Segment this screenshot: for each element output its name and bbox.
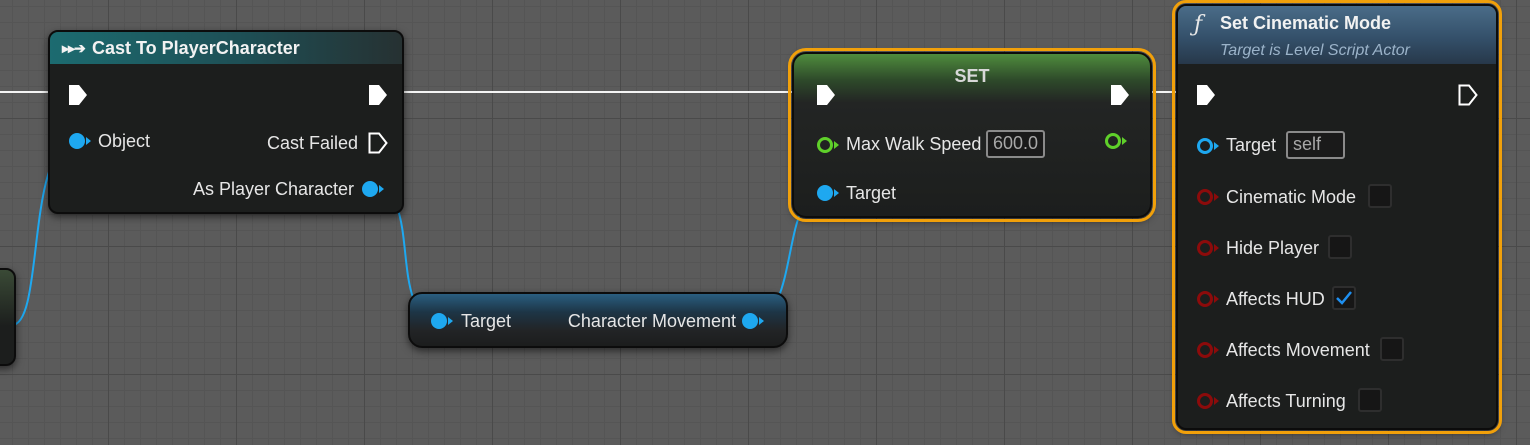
cinematic-node-header[interactable]: ƒ Set Cinematic Mode Target is Level Scr… [1178,6,1496,64]
affects-hud-pin[interactable] [1196,290,1220,308]
set-cinematic-mode-node[interactable]: ƒ Set Cinematic Mode Target is Level Scr… [1172,0,1502,434]
cast-exec-out-pin[interactable] [368,84,388,106]
cast-node-header[interactable]: ▸▸➔ Cast To PlayerCharacter [50,32,402,64]
affects-hud-label: Affects HUD [1226,289,1325,309]
max-walk-speed-in-pin[interactable] [816,136,840,154]
cast-failed-label: Cast Failed [266,133,358,153]
cast-node-title: Cast To PlayerCharacter [92,38,300,58]
set-exec-in-pin[interactable] [816,84,836,106]
max-walk-speed-out-pin[interactable] [1104,132,1128,150]
set-max-walk-speed-node[interactable]: SET Max Walk Speed 600.0 Target [788,48,1156,222]
affects-turning-label: Affects Turning [1226,391,1346,411]
checkmark-icon [1336,291,1352,305]
cinematic-target-label: Target [1226,135,1277,155]
get-character-movement-node[interactable]: Target Character Movement [408,292,788,348]
character-movement-pin[interactable] [741,312,765,330]
cinematic-exec-out-pin[interactable] [1458,84,1478,106]
set-exec-out-pin[interactable] [1110,84,1130,106]
set-node-title: SET [954,66,990,86]
cast-to-playercharacter-node[interactable]: ▸▸➔ Cast To PlayerCharacter Object Cast … [48,30,404,214]
max-walk-speed-label: Max Walk Speed [846,134,982,154]
affects-hud-checkbox[interactable] [1332,286,1356,310]
hide-player-label: Hide Player [1226,238,1320,258]
affects-turning-pin[interactable] [1196,392,1220,410]
cinematic-mode-checkbox[interactable] [1368,184,1392,208]
function-icon: ƒ [1194,12,1203,37]
cinematic-target-input[interactable]: self [1286,131,1345,159]
cinematic-exec-in-pin[interactable] [1196,84,1216,106]
cinematic-node-title: Set Cinematic Mode [1220,13,1392,33]
affects-movement-pin[interactable] [1196,341,1220,359]
cinematic-mode-pin[interactable] [1196,188,1220,206]
get-target-pin[interactable] [430,312,454,330]
set-target-pin[interactable] [816,184,840,202]
cinematic-node-subtitle: Target is Level Script Actor [1220,42,1411,59]
cinematic-target-pin[interactable] [1196,137,1220,155]
get-target-label: Target [461,311,512,331]
affects-movement-checkbox[interactable] [1380,337,1404,361]
cast-failed-exec-pin[interactable] [368,132,388,154]
affects-movement-label: Affects Movement [1226,340,1370,360]
affects-turning-checkbox[interactable] [1358,388,1382,412]
character-movement-label: Character Movement [567,311,736,331]
cast-icon: ▸▸➔ [62,40,86,56]
cast-object-pin[interactable] [68,132,92,150]
hide-player-checkbox[interactable] [1328,235,1352,259]
set-target-label: Target [846,183,897,203]
as-player-character-label: As Player Character [192,179,354,199]
as-player-character-pin[interactable] [361,180,385,198]
offscreen-node[interactable] [0,268,16,366]
cast-object-label: Object [98,131,151,151]
cinematic-mode-label: Cinematic Mode [1226,187,1357,207]
cast-exec-in-pin[interactable] [68,84,88,106]
hide-player-pin[interactable] [1196,239,1220,257]
max-walk-speed-input[interactable]: 600.0 [986,130,1046,158]
